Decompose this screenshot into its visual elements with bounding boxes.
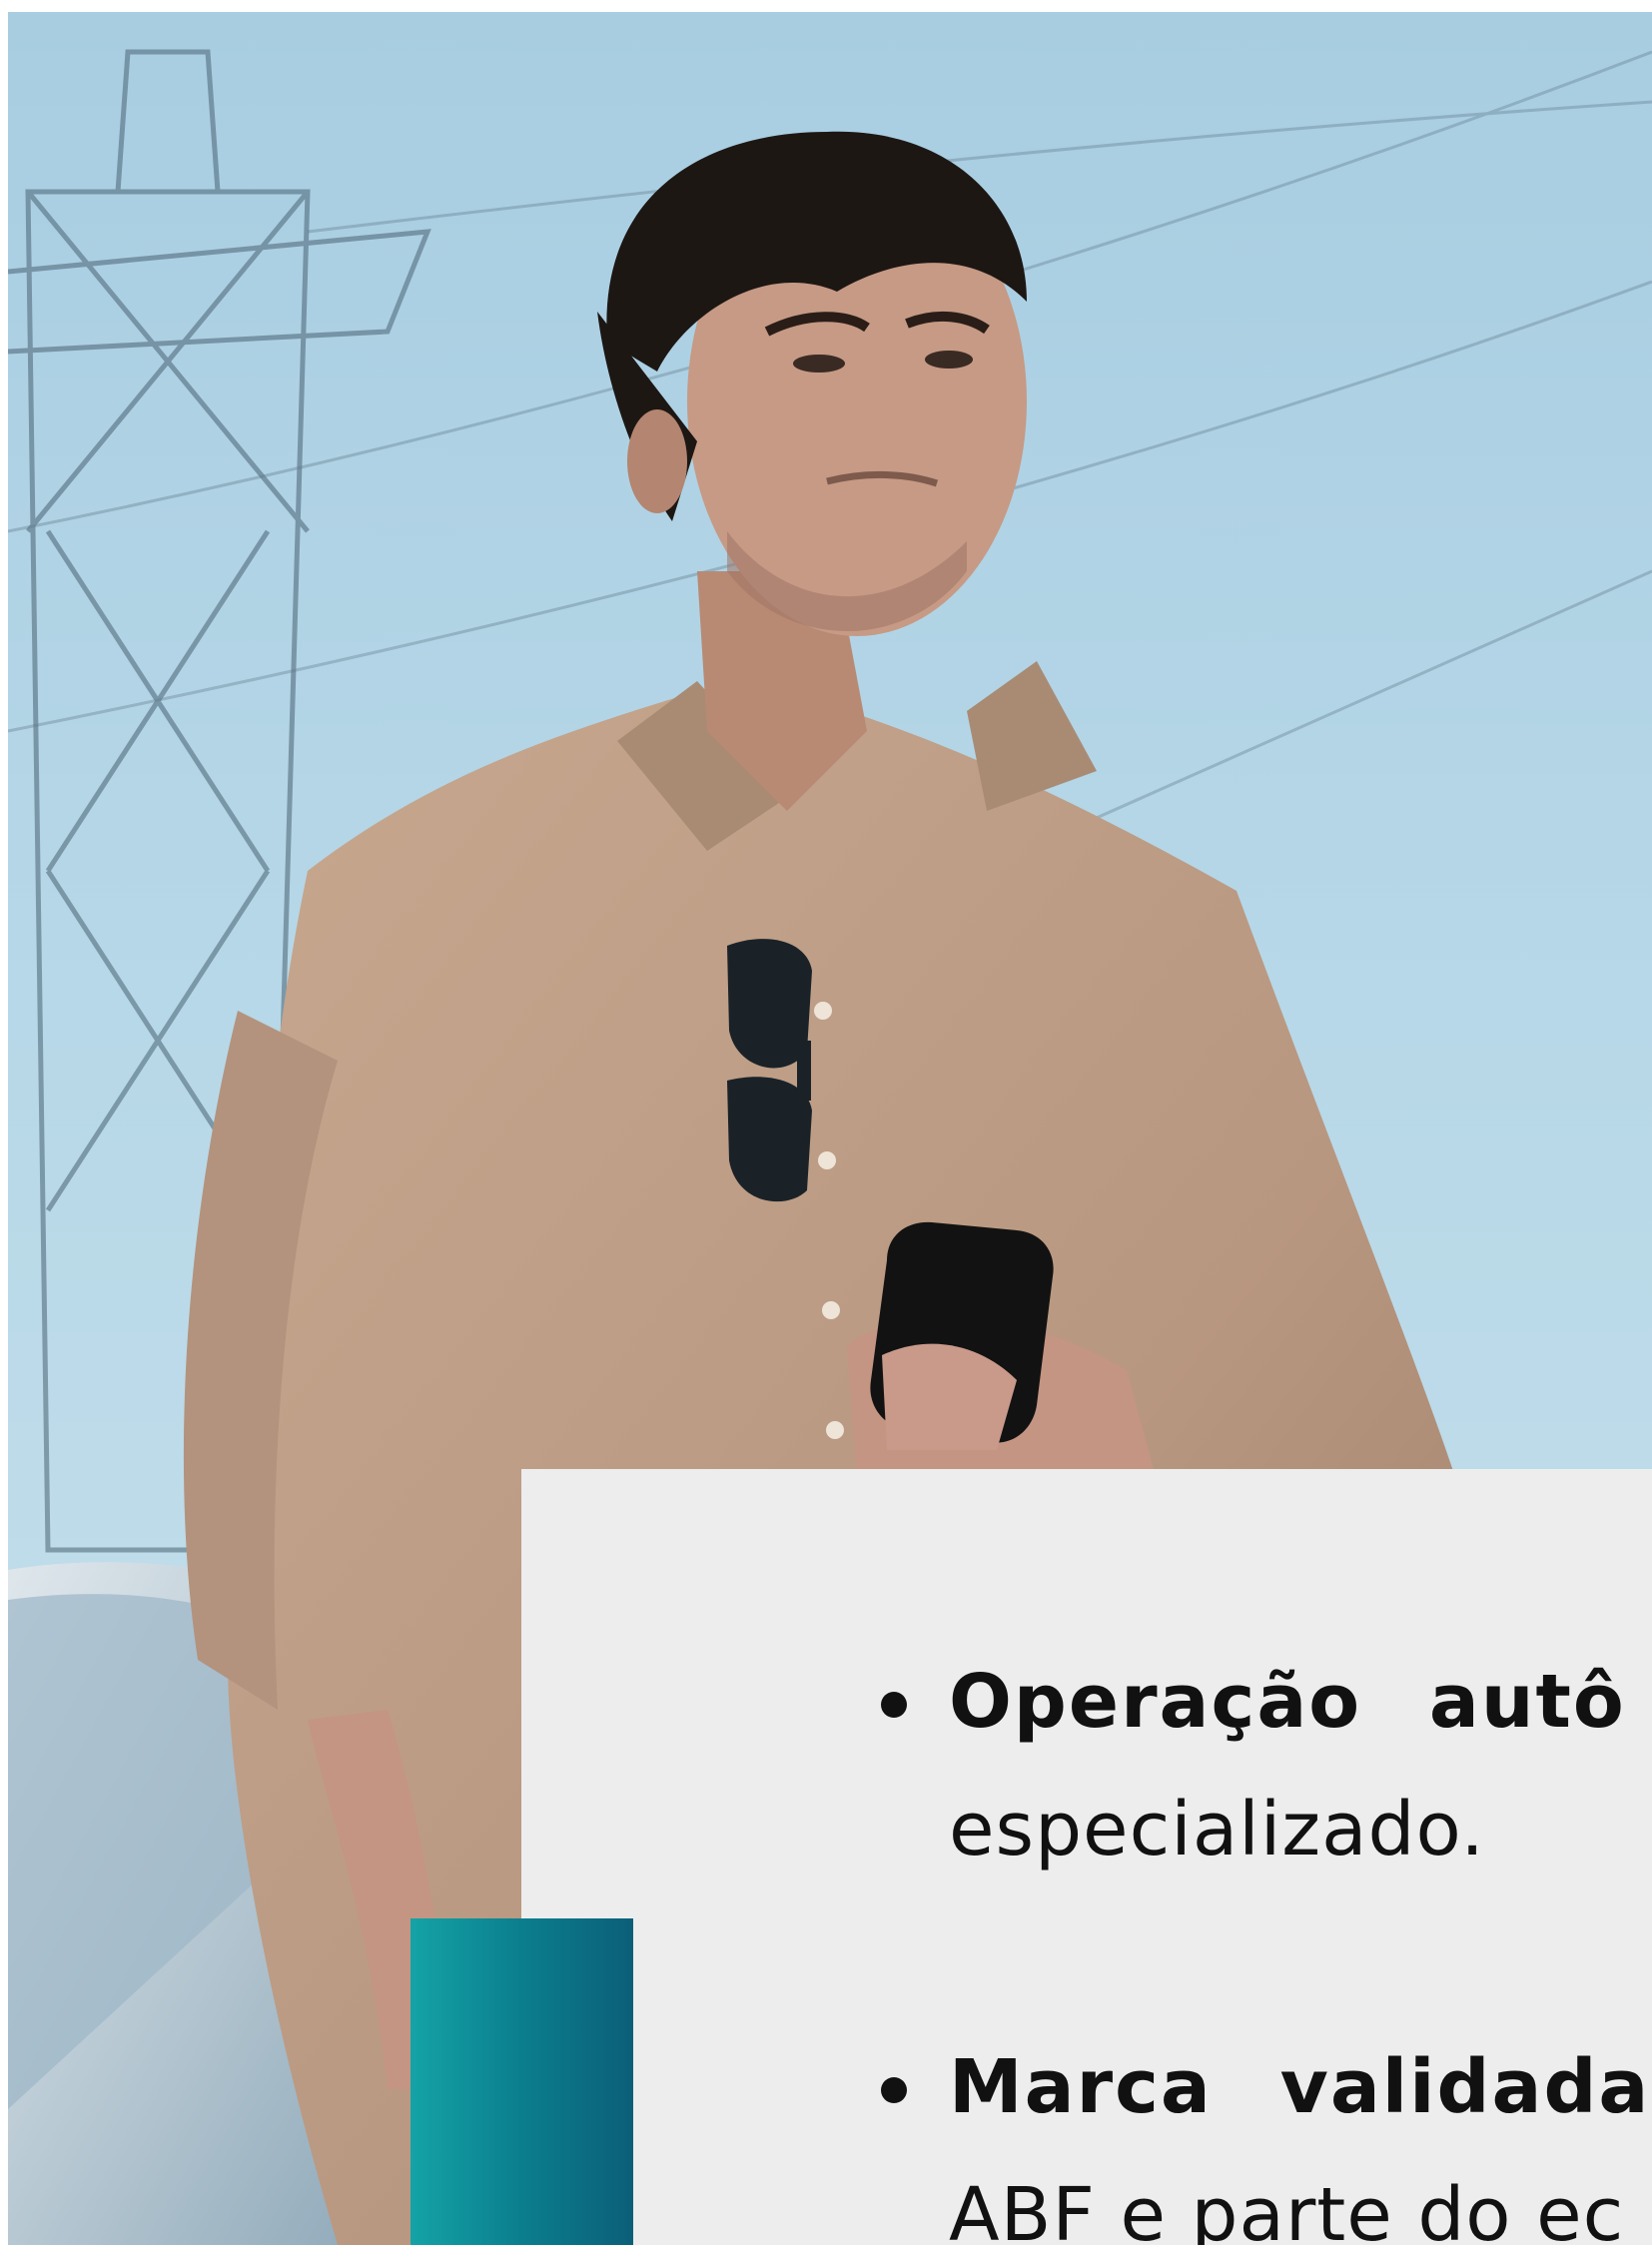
teal-accent-block <box>411 1918 633 2245</box>
bullet-dot-icon <box>881 1692 907 1718</box>
bullet-title: Marca validada <box>949 2044 1651 2130</box>
bullet-title: Operação autô <box>949 1659 1626 1745</box>
bullet-list: Operação autô especializado. Marca valid… <box>877 1638 1652 2245</box>
bullet-text: ABF e parte do ec <box>949 2172 1625 2245</box>
page: Operação autô especializado. Marca valid… <box>0 0 1652 2245</box>
bullet-text: especializado. <box>949 1787 1485 1872</box>
bullet-dot-icon <box>881 2077 907 2103</box>
list-item: Operação autô especializado. <box>877 1638 1652 1893</box>
list-item: Marca validada ABF e parte do ec <box>877 2023 1652 2245</box>
